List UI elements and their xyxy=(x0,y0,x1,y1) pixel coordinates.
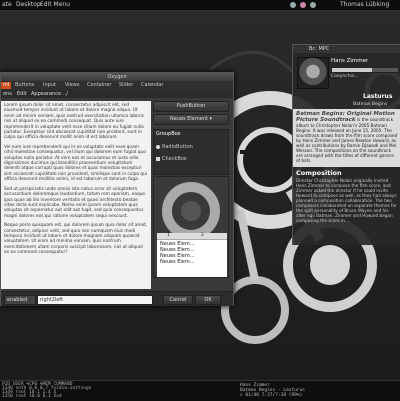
menu-bar: ons Edit Appearance ../ xyxy=(1,90,233,98)
track-title: Lasturus xyxy=(363,93,393,100)
element-dropdown[interactable]: Neues Element ▾ xyxy=(153,114,229,125)
now-playing-status: > 01/40 7:37/7:38 (99%) xyxy=(240,393,303,398)
paragraph: Lorem ipsum dolor sit amet, consectetur … xyxy=(4,103,144,141)
paragraph: Vel eum iure reprehenderit qui in ea vol… xyxy=(4,144,148,183)
composition-heading: Composition xyxy=(296,169,342,177)
list-header: 1 2 xyxy=(157,233,227,240)
cancel-button[interactable]: Cancel xyxy=(163,295,193,305)
menu-item-apps[interactable]: ate xyxy=(2,1,12,8)
group-box-title: GroupBox xyxy=(156,131,181,137)
menu-edit[interactable]: Edit xyxy=(17,91,27,97)
tab-text[interactable]: ml xyxy=(1,82,12,89)
check-box[interactable]: CheckBox xyxy=(156,156,187,162)
artist-name: Hans Zimmer xyxy=(331,58,369,64)
oxygen-demo-window: Oxygen ml Buttons Input Views Container … xyxy=(0,72,234,306)
battery-icon[interactable] xyxy=(310,2,316,8)
album-info: Batman Begins: Original Motion Picture S… xyxy=(293,109,400,167)
tab-slider[interactable]: Slider xyxy=(117,82,135,89)
bottom-bar: enabled right2left Cancel OK xyxy=(1,291,233,306)
widget-pane: PushButton Neues Element ▾ GroupBox Radi… xyxy=(153,101,231,291)
player-title[interactable]: Bc: MPC xyxy=(293,45,400,53)
dial-art xyxy=(162,182,220,240)
now-playing: Hans Zimmer Batman Begins - Lasturus > 0… xyxy=(240,383,305,398)
list-view[interactable]: 1 2 Neues Elem... Neues Elem... Neues El… xyxy=(157,233,227,277)
radio-label: RadioButton xyxy=(162,144,193,150)
text-editor[interactable]: Lorem ipsum dolor sit amet, consectetur … xyxy=(1,101,151,289)
push-button[interactable]: PushButton xyxy=(153,101,229,112)
terminal-panel[interactable]: PID USER %CPU %MEM COMMAND 1348 snth 0.0… xyxy=(0,380,400,401)
dropdown-value: Neues Element xyxy=(169,116,208,122)
album-art xyxy=(297,57,329,89)
ok-button[interactable]: OK xyxy=(195,295,221,305)
tab-buttons[interactable]: Buttons xyxy=(13,82,36,89)
menu-item-desktop[interactable]: Desktop xyxy=(16,1,41,8)
music-player-panel: Bc: MPC Hans Zimmer Conynchis... Lasturu… xyxy=(292,44,400,245)
network-icon[interactable] xyxy=(290,2,296,8)
state-combo[interactable]: enabled xyxy=(4,295,36,305)
menu-options[interactable]: ons xyxy=(3,91,12,97)
volume-icon[interactable] xyxy=(300,2,306,8)
radio-icon xyxy=(156,144,160,149)
composer-name: Conynchis... xyxy=(331,74,359,79)
user-name[interactable]: Thomas Lübking xyxy=(340,1,389,8)
radio-button[interactable]: RadioButton xyxy=(156,144,193,150)
paragraph: Neque porro quisquam est, qui dolorem ip… xyxy=(4,223,148,256)
album-info-text: is the soundtrack album to Christopher N… xyxy=(296,117,398,163)
menu-appearance[interactable]: Appearance xyxy=(31,91,61,97)
list-item[interactable]: Neues Elem... xyxy=(160,259,195,265)
top-panel: ate Desktop Edit Menu Thomas Lübking xyxy=(0,0,400,11)
progress-fill xyxy=(332,68,372,72)
checkbox-label: CheckBox xyxy=(162,156,187,162)
window-title[interactable]: Oxygen xyxy=(1,73,233,81)
column-header[interactable]: 1 xyxy=(167,233,170,239)
checkbox-icon xyxy=(156,156,160,161)
tab-views[interactable]: Views xyxy=(63,82,81,89)
menu-up[interactable]: ../ xyxy=(63,91,68,97)
tab-container[interactable]: Container xyxy=(85,82,113,89)
column-header[interactable]: 2 xyxy=(201,233,204,239)
group-box: GroupBox RadioButton CheckBox xyxy=(153,129,229,175)
track-progress[interactable] xyxy=(331,67,399,73)
process-row: 1350 root 10.0 0.1 Xvd xyxy=(2,394,62,399)
album-name: Batman Begins xyxy=(353,102,388,107)
menu-item-edit-menu[interactable]: Edit Menu xyxy=(40,1,70,8)
chevron-down-icon: ▾ xyxy=(209,116,213,122)
tab-input[interactable]: Input xyxy=(41,82,58,89)
paragraph: Sed ut perspiciatis unde omnis iste natu… xyxy=(4,186,146,219)
direction-entry[interactable]: right2left xyxy=(37,295,153,305)
tab-calendar[interactable]: Calendar xyxy=(139,82,165,89)
composition-text: Director Christopher Nolan originally in… xyxy=(296,178,397,223)
